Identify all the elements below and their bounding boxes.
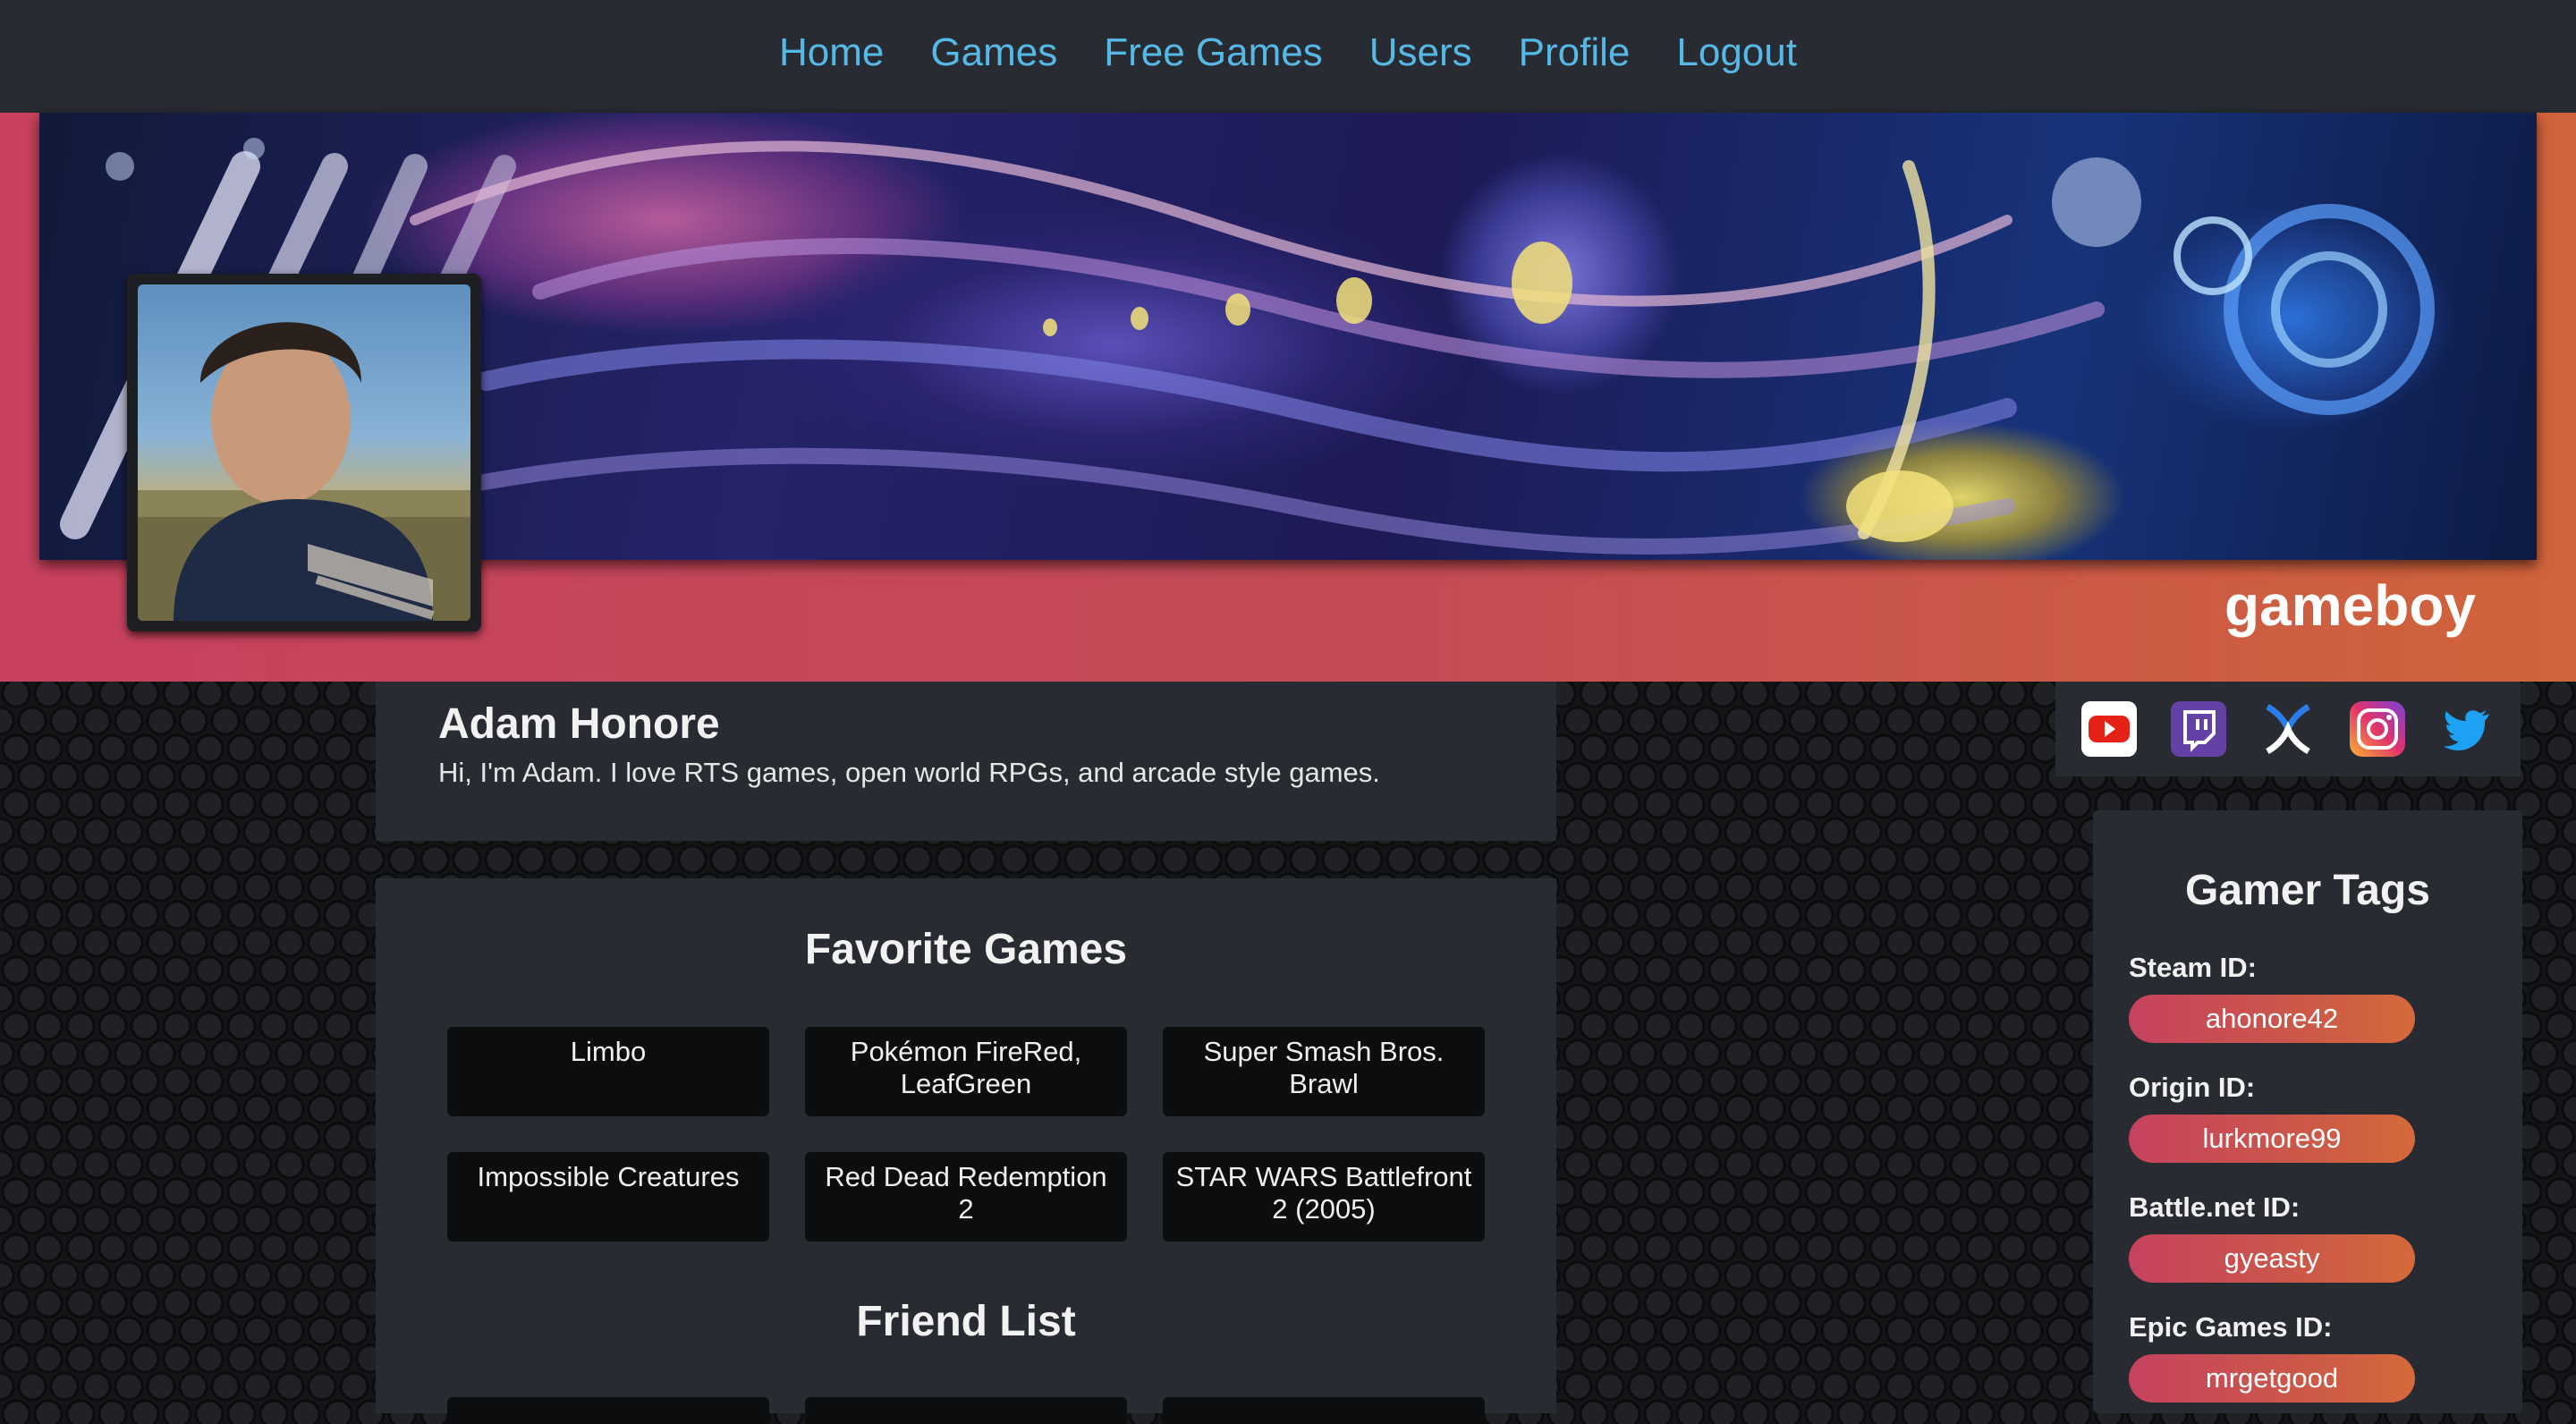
youtube-icon[interactable] [2080, 700, 2138, 758]
battlenet-id-badge[interactable]: gyeasty [2129, 1234, 2415, 1283]
game-card[interactable]: Impossible Creatures [447, 1152, 769, 1242]
profile-username: gameboy [2224, 573, 2476, 638]
favorite-games-grid: Limbo Pokémon FireRed, LeafGreen Super S… [447, 1027, 1485, 1242]
friend-list-heading: Friend List [856, 1298, 1076, 1345]
friend-card[interactable] [447, 1397, 769, 1424]
gamer-tags-heading: Gamer Tags [2185, 867, 2430, 914]
avatar [138, 284, 470, 621]
nav-free-games-link[interactable]: Free Games [1104, 30, 1323, 75]
epic-games-id-badge[interactable]: mrgetgood [2129, 1354, 2415, 1403]
game-card[interactable]: Super Smash Bros. Brawl [1163, 1027, 1485, 1116]
epic-games-id-label: Epic Games ID: [2129, 1311, 2333, 1343]
twitch-icon[interactable] [2170, 700, 2227, 758]
twitter-icon[interactable] [2438, 700, 2496, 758]
profile-bio-text: Hi, I'm Adam. I love RTS games, open wor… [438, 757, 1380, 788]
game-card[interactable]: Limbo [447, 1027, 769, 1116]
nav-users-link[interactable]: Users [1369, 30, 1472, 75]
steam-id-label: Steam ID: [2129, 952, 2257, 983]
game-card[interactable]: Pokémon FireRed, LeafGreen [805, 1027, 1127, 1116]
top-nav: Home Games Free Games Users Profile Logo… [0, 0, 2576, 113]
nav-home-link[interactable]: Home [779, 30, 884, 75]
main-panel: Favorite Games Limbo Pokémon FireRed, Le… [376, 878, 1556, 1424]
instagram-icon[interactable] [2349, 700, 2406, 758]
nav-games-link[interactable]: Games [930, 30, 1057, 75]
friend-card[interactable] [805, 1397, 1127, 1424]
origin-id-badge[interactable]: lurkmore99 [2129, 1115, 2415, 1163]
nav-profile-link[interactable]: Profile [1519, 30, 1631, 75]
avatar-frame [127, 274, 481, 631]
friend-list-grid [447, 1397, 1485, 1424]
bio-card: Adam Honore Hi, I'm Adam. I love RTS gam… [376, 682, 1556, 841]
steam-id-badge[interactable]: ahonore42 [2129, 995, 2415, 1043]
gamer-tags-card: Gamer Tags Steam ID: ahonore42 Origin ID… [2093, 810, 2522, 1413]
game-card[interactable]: Red Dead Redemption 2 [805, 1152, 1127, 1242]
battlenet-id-label: Battle.net ID: [2129, 1191, 2301, 1223]
game-card[interactable]: STAR WARS Battlefront 2 (2005) [1163, 1152, 1485, 1242]
nav-logout-link[interactable]: Logout [1676, 30, 1797, 75]
favorite-games-heading: Favorite Games [804, 926, 1128, 973]
social-links-bar [2055, 682, 2521, 776]
xbox-icon[interactable] [2259, 700, 2317, 758]
origin-id-label: Origin ID: [2129, 1072, 2256, 1103]
friend-card[interactable] [1163, 1397, 1485, 1424]
profile-full-name: Adam Honore [438, 700, 720, 748]
